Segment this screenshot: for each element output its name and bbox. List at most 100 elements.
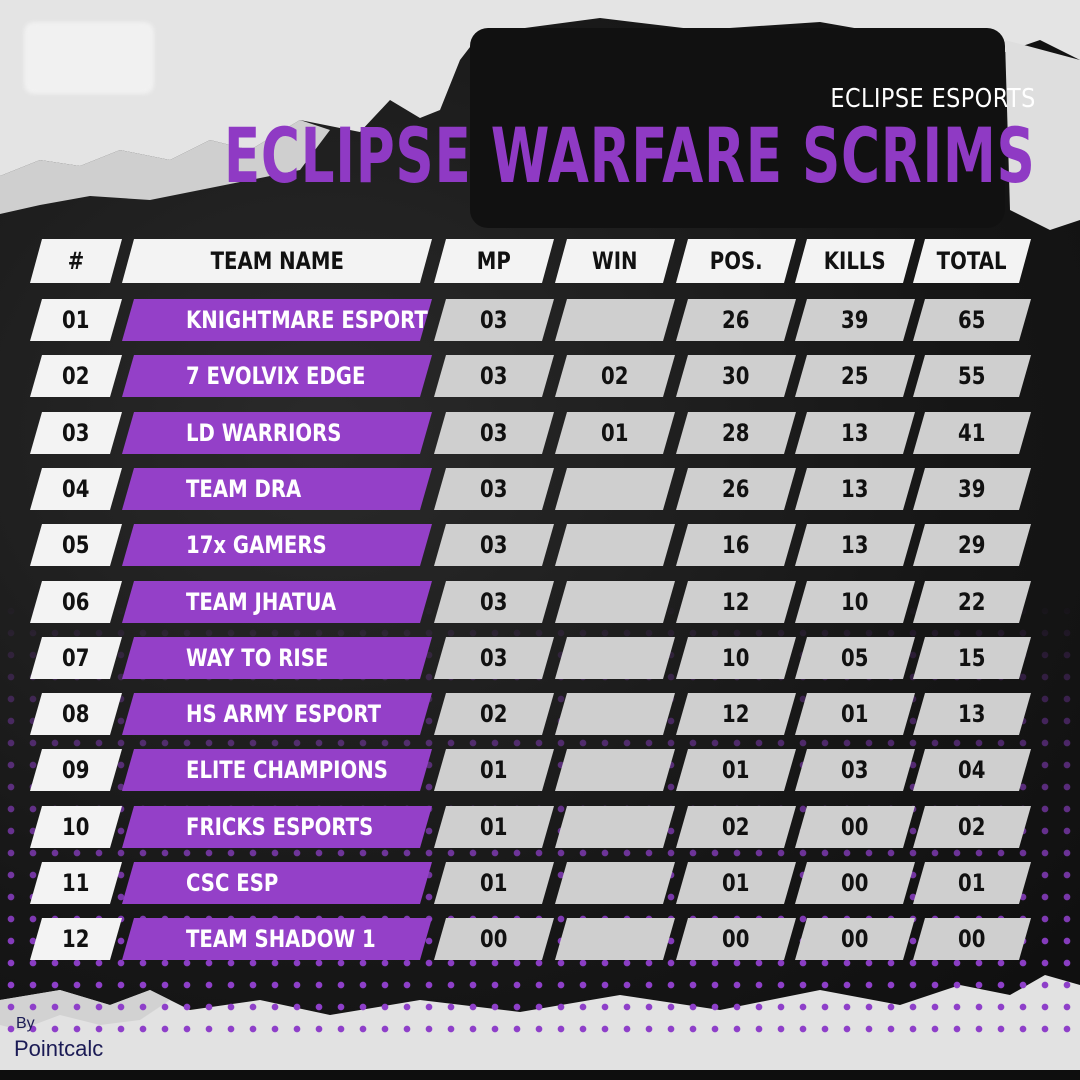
row-7-team-cell: WAY TO RISE — [122, 637, 432, 679]
scoreboard-graphic: ECLIPSE ESPORTS ECLIPSE WARFARE SCRIMS #… — [0, 0, 1080, 1080]
row-6-pos-cell: 12 — [676, 581, 796, 623]
total-value: 41 — [958, 419, 986, 447]
team-value: LD WARRIORS — [186, 419, 342, 447]
column-header-label: WIN — [592, 247, 638, 275]
kills-value: 39 — [841, 306, 869, 334]
mp-value: 03 — [480, 644, 508, 672]
row-9-total-cell: 04 — [913, 749, 1031, 791]
kills-value: 00 — [841, 813, 869, 841]
row-9-rank-cell: 09 — [30, 749, 122, 791]
row-3-rank-cell: 03 — [30, 412, 122, 454]
total-value: 04 — [958, 756, 986, 784]
row-10-win-cell — [555, 806, 675, 848]
organizer-name: ECLIPSE ESPORTS — [830, 84, 1036, 114]
header-pos: POS. — [676, 239, 796, 283]
row-12-rank-cell: 12 — [30, 918, 122, 960]
row-10-kills-cell: 00 — [795, 806, 915, 848]
row-12-total-cell: 00 — [913, 918, 1031, 960]
rank-value: 01 — [62, 306, 90, 334]
row-2-kills-cell: 25 — [795, 355, 915, 397]
row-11-kills-cell: 00 — [795, 862, 915, 904]
row-4-pos-cell: 26 — [676, 468, 796, 510]
kills-value: 03 — [841, 756, 869, 784]
row-2-win-cell: 02 — [555, 355, 675, 397]
row-8-win-cell — [555, 693, 675, 735]
kills-value: 05 — [841, 644, 869, 672]
header-total: TOTAL — [913, 239, 1031, 283]
row-5-kills-cell: 13 — [795, 524, 915, 566]
total-value: 55 — [958, 362, 986, 390]
row-3-pos-cell: 28 — [676, 412, 796, 454]
pos-value: 26 — [722, 475, 750, 503]
row-3-total-cell: 41 — [913, 412, 1031, 454]
team-value: FRICKS ESPORTS — [186, 813, 374, 841]
team-value: CSC ESP — [186, 869, 279, 897]
rank-value: 07 — [62, 644, 90, 672]
credit-name: Pointcalc — [14, 1036, 104, 1061]
row-12-mp-cell: 00 — [434, 918, 554, 960]
row-11-team-cell: CSC ESP — [122, 862, 432, 904]
team-value: HS ARMY ESPORT — [186, 700, 382, 728]
rank-value: 02 — [62, 362, 90, 390]
row-10-mp-cell: 01 — [434, 806, 554, 848]
row-8-pos-cell: 12 — [676, 693, 796, 735]
row-8-kills-cell: 01 — [795, 693, 915, 735]
mp-value: 00 — [480, 925, 508, 953]
row-9-team-cell: ELITE CHAMPIONS — [122, 749, 432, 791]
row-2-mp-cell: 03 — [434, 355, 554, 397]
kills-value: 01 — [841, 700, 869, 728]
total-value: 39 — [958, 475, 986, 503]
rank-value: 03 — [62, 419, 90, 447]
row-4-total-cell: 39 — [913, 468, 1031, 510]
row-1-pos-cell: 26 — [676, 299, 796, 341]
mp-value: 03 — [480, 419, 508, 447]
total-value: 00 — [958, 925, 986, 953]
row-1-rank-cell: 01 — [30, 299, 122, 341]
row-6-kills-cell: 10 — [795, 581, 915, 623]
row-6-team-cell: TEAM JHATUA — [122, 581, 432, 623]
header-win: WIN — [555, 239, 675, 283]
row-3-mp-cell: 03 — [434, 412, 554, 454]
mp-value: 03 — [480, 362, 508, 390]
row-7-pos-cell: 10 — [676, 637, 796, 679]
pos-value: 26 — [722, 306, 750, 334]
row-1-team-cell: KNIGHTMARE ESPORTS — [122, 299, 432, 341]
row-9-win-cell — [555, 749, 675, 791]
total-value: 15 — [958, 644, 986, 672]
win-value: 01 — [601, 419, 629, 447]
row-6-mp-cell: 03 — [434, 581, 554, 623]
mp-value: 01 — [480, 813, 508, 841]
pos-value: 16 — [722, 531, 750, 559]
total-value: 13 — [958, 700, 986, 728]
row-12-win-cell — [555, 918, 675, 960]
rank-value: 12 — [62, 925, 90, 953]
header-kills: KILLS — [795, 239, 915, 283]
row-2-total-cell: 55 — [913, 355, 1031, 397]
pos-value: 02 — [722, 813, 750, 841]
kills-value: 10 — [841, 588, 869, 616]
kills-value: 00 — [841, 869, 869, 897]
row-2-rank-cell: 02 — [30, 355, 122, 397]
team-value: ELITE CHAMPIONS — [186, 756, 388, 784]
row-11-mp-cell: 01 — [434, 862, 554, 904]
mp-value: 01 — [480, 756, 508, 784]
logo-placeholder — [24, 22, 154, 94]
row-3-team-cell: LD WARRIORS — [122, 412, 432, 454]
row-10-pos-cell: 02 — [676, 806, 796, 848]
row-8-total-cell: 13 — [913, 693, 1031, 735]
mp-value: 03 — [480, 588, 508, 616]
event-title: ECLIPSE WARFARE SCRIMS — [224, 111, 1036, 200]
row-11-total-cell: 01 — [913, 862, 1031, 904]
row-9-mp-cell: 01 — [434, 749, 554, 791]
total-value: 65 — [958, 306, 986, 334]
kills-value: 00 — [841, 925, 869, 953]
row-5-total-cell: 29 — [913, 524, 1031, 566]
row-7-win-cell — [555, 637, 675, 679]
rank-value: 06 — [62, 588, 90, 616]
row-3-kills-cell: 13 — [795, 412, 915, 454]
row-8-mp-cell: 02 — [434, 693, 554, 735]
header-team-name: TEAM NAME — [122, 239, 432, 283]
row-11-pos-cell: 01 — [676, 862, 796, 904]
row-1-kills-cell: 39 — [795, 299, 915, 341]
rank-value: 05 — [62, 531, 90, 559]
